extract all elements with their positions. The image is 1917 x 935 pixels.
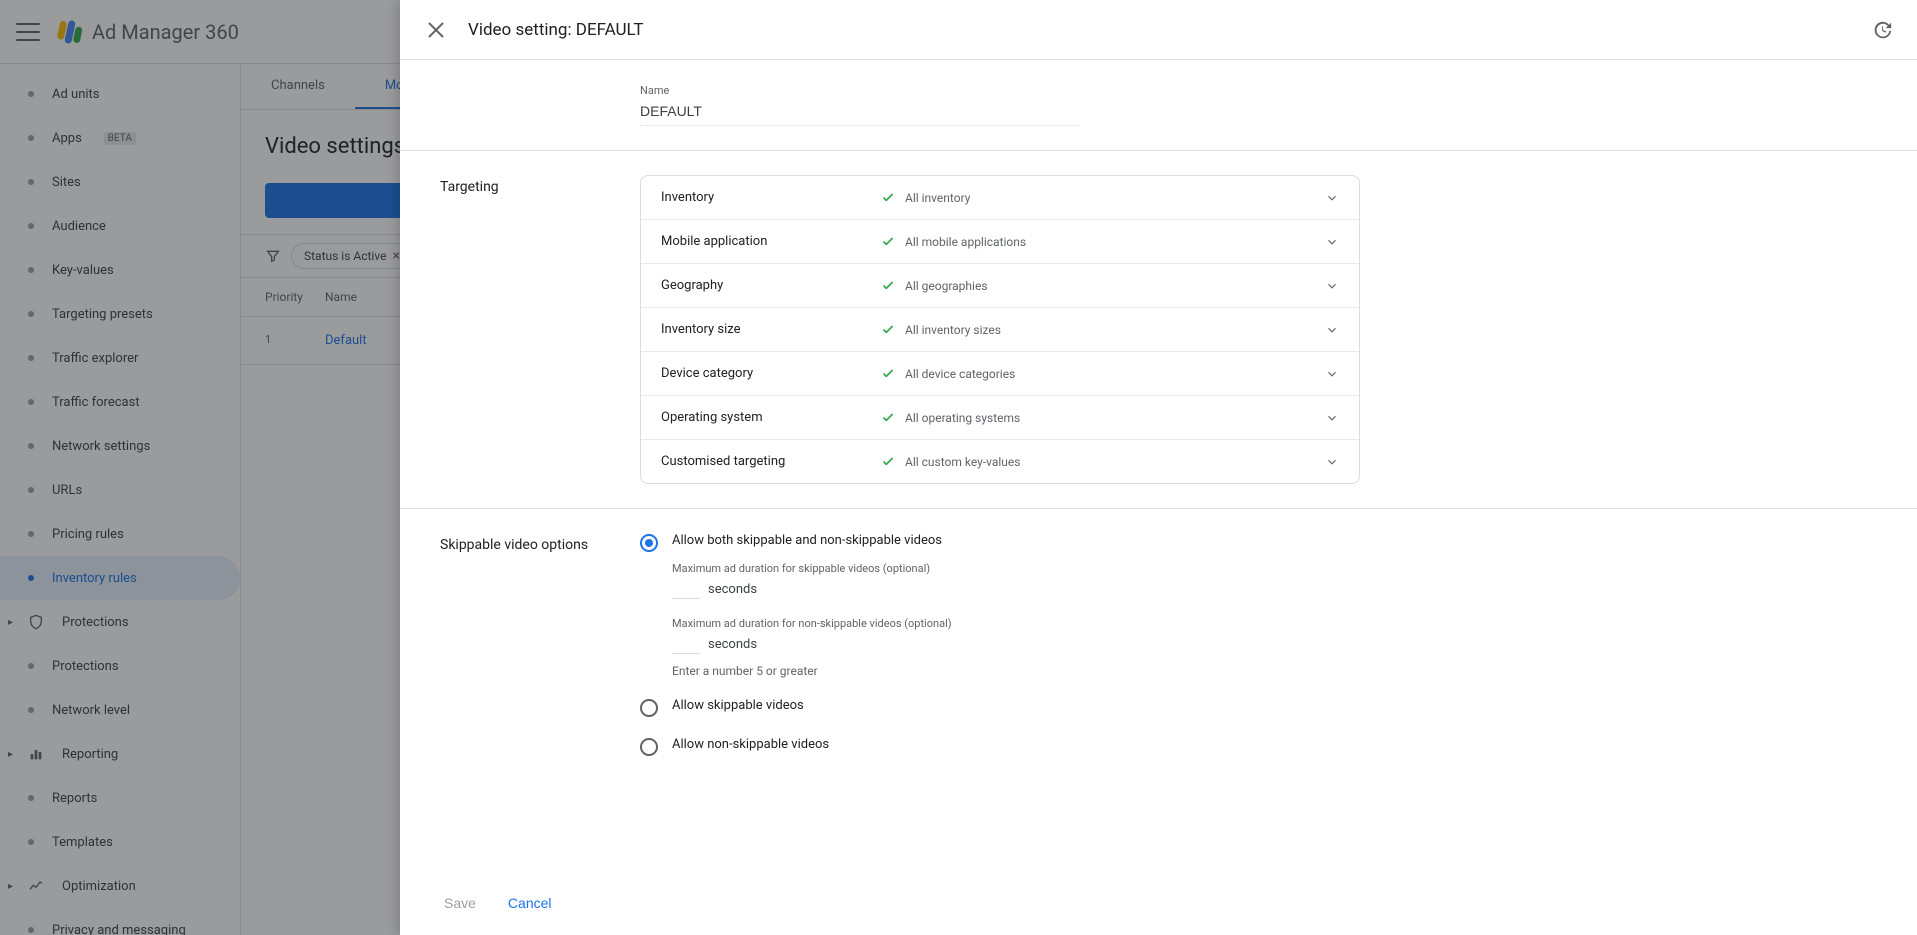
check-icon (881, 191, 895, 205)
chevron-down-icon[interactable] (1325, 191, 1339, 205)
radio-nonskippable-label: Allow non-skippable videos (672, 737, 829, 752)
panel-body: Name Targeting Inventory All inventory Mob… (400, 60, 1917, 871)
skippable-duration-input[interactable] (672, 579, 700, 599)
chevron-down-icon[interactable] (1325, 279, 1339, 293)
seconds-unit: seconds (708, 637, 757, 652)
targeting-row-mobile-application[interactable]: Mobile application All mobile application… (641, 220, 1359, 264)
targeting-value: All mobile applications (881, 235, 1325, 249)
targeting-label: Operating system (661, 410, 881, 425)
targeting-value-text: All device categories (905, 367, 1015, 381)
targeting-section-label: Targeting (440, 175, 600, 484)
targeting-value-text: All inventory (905, 191, 970, 205)
targeting-value: All operating systems (881, 411, 1325, 425)
targeting-row-device-category[interactable]: Device category All device categories (641, 352, 1359, 396)
name-label: Name (640, 84, 1877, 97)
targeting-value-text: All operating systems (905, 411, 1020, 425)
both-sub-fields: Maximum ad duration for skippable videos… (672, 562, 1877, 678)
check-icon (881, 411, 895, 425)
targeting-label: Geography (661, 278, 881, 293)
chevron-down-icon[interactable] (1325, 323, 1339, 337)
close-icon[interactable] (424, 18, 448, 42)
targeting-value-text: All mobile applications (905, 235, 1026, 249)
targeting-row-inventory-size[interactable]: Inventory size All inventory sizes (641, 308, 1359, 352)
radio-option-both[interactable]: Allow both skippable and non-skippable v… (640, 533, 1877, 678)
chevron-down-icon[interactable] (1325, 235, 1339, 249)
radio-both-circle[interactable] (640, 534, 658, 552)
seconds-unit: seconds (708, 582, 757, 597)
radio-nonskippable-circle[interactable] (640, 738, 658, 756)
check-icon (881, 323, 895, 337)
history-icon[interactable] (1871, 19, 1893, 41)
check-icon (881, 367, 895, 381)
targeting-label: Inventory size (661, 322, 881, 337)
skippable-duration-label: Maximum ad duration for skippable videos… (672, 562, 1877, 575)
radio-both-label: Allow both skippable and non-skippable v… (672, 533, 1877, 548)
skippable-radio-group: Allow both skippable and non-skippable v… (640, 533, 1877, 756)
radio-skippable-label: Allow skippable videos (672, 698, 804, 713)
skippable-section: Skippable video options Allow both skipp… (400, 509, 1917, 780)
chevron-down-icon[interactable] (1325, 367, 1339, 381)
cancel-button[interactable]: Cancel (504, 887, 556, 919)
targeting-value: All inventory sizes (881, 323, 1325, 337)
targeting-value-text: All geographies (905, 279, 988, 293)
targeting-row-customised-targeting[interactable]: Customised targeting All custom key-value… (641, 440, 1359, 483)
targeting-value-text: All inventory sizes (905, 323, 1001, 337)
targeting-label: Customised targeting (661, 454, 881, 469)
video-setting-panel: Video setting: DEFAULT Name Targeting In… (400, 0, 1917, 935)
name-section: Name (400, 60, 1917, 151)
panel-title: Video setting: DEFAULT (468, 20, 644, 40)
chevron-down-icon[interactable] (1325, 411, 1339, 425)
targeting-card: Inventory All inventory Mobile application… (640, 175, 1360, 484)
targeting-label: Device category (661, 366, 881, 381)
targeting-row-geography[interactable]: Geography All geographies (641, 264, 1359, 308)
targeting-value: All geographies (881, 279, 1325, 293)
nonskippable-duration-input[interactable] (672, 634, 700, 654)
targeting-section: Targeting Inventory All inventory Mobile a… (400, 151, 1917, 509)
chevron-down-icon[interactable] (1325, 455, 1339, 469)
name-input[interactable] (640, 97, 1080, 126)
targeting-value: All custom key-values (881, 455, 1325, 469)
check-icon (881, 279, 895, 293)
save-button[interactable]: Save (440, 887, 480, 919)
check-icon (881, 235, 895, 249)
radio-skippable-circle[interactable] (640, 699, 658, 717)
check-icon (881, 455, 895, 469)
skippable-section-label: Skippable video options (440, 533, 600, 756)
nonskippable-duration-label: Maximum ad duration for non-skippable vi… (672, 617, 1877, 630)
targeting-value: All inventory (881, 191, 1325, 205)
radio-option-nonskippable[interactable]: Allow non-skippable videos (640, 737, 1877, 756)
panel-footer: Save Cancel (400, 871, 1917, 935)
targeting-value-text: All custom key-values (905, 455, 1020, 469)
duration-helper-text: Enter a number 5 or greater (672, 664, 1877, 678)
targeting-value: All device categories (881, 367, 1325, 381)
radio-option-skippable[interactable]: Allow skippable videos (640, 698, 1877, 717)
targeting-label: Mobile application (661, 234, 881, 249)
targeting-row-operating-system[interactable]: Operating system All operating systems (641, 396, 1359, 440)
targeting-label: Inventory (661, 190, 881, 205)
panel-header: Video setting: DEFAULT (400, 0, 1917, 60)
targeting-row-inventory[interactable]: Inventory All inventory (641, 176, 1359, 220)
